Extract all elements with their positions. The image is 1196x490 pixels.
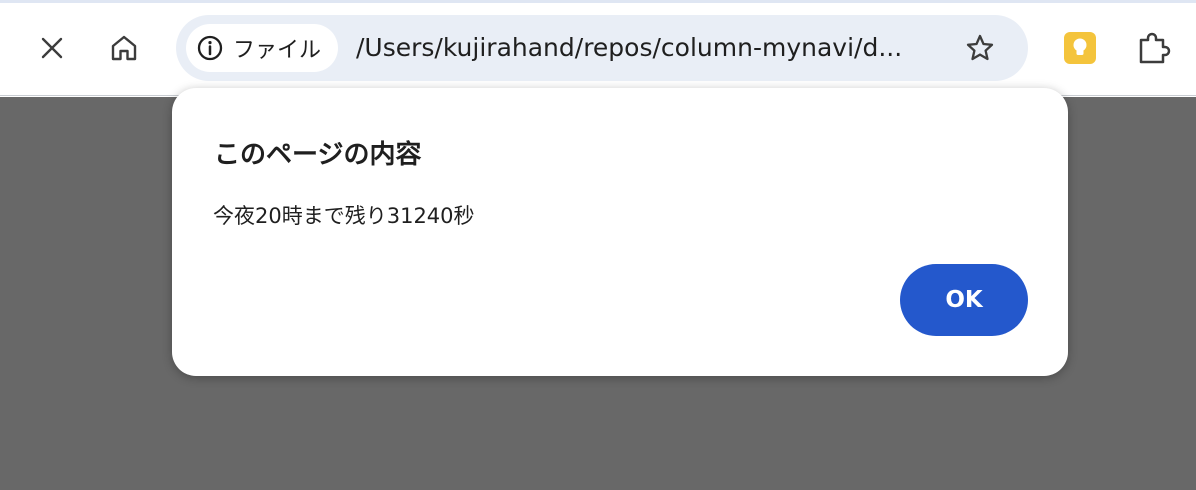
dialog-title: このページの内容 [214,140,422,170]
extension-app-button[interactable] [1056,24,1104,72]
alert-dialog: このページの内容 今夜20時まで残り31240秒 OK [172,88,1068,376]
ok-button[interactable]: OK [900,264,1028,336]
browser-toolbar: ファイル /Users/kujirahand/repos/column-myna… [0,0,1196,96]
star-icon [966,34,994,61]
extension-app-icon [1064,32,1096,64]
address-bar[interactable]: ファイル /Users/kujirahand/repos/column-myna… [176,15,1028,81]
home-icon [111,35,137,61]
puzzle-extensions-icon [1139,32,1171,64]
home-button[interactable] [100,24,148,72]
info-icon [197,35,223,61]
dialog-message: 今夜20時まで残り31240秒 [213,204,475,228]
tab-strip-edge [0,0,1196,3]
extensions-menu-button[interactable] [1130,24,1178,72]
bookmark-star-button[interactable] [956,24,1004,72]
close-icon [41,37,63,59]
stop-loading-button[interactable] [28,24,76,72]
site-info-label: ファイル [233,38,322,63]
site-info-chip[interactable]: ファイル [186,24,338,72]
url-text[interactable]: /Users/kujirahand/repos/column-mynavi/d.… [356,32,946,64]
